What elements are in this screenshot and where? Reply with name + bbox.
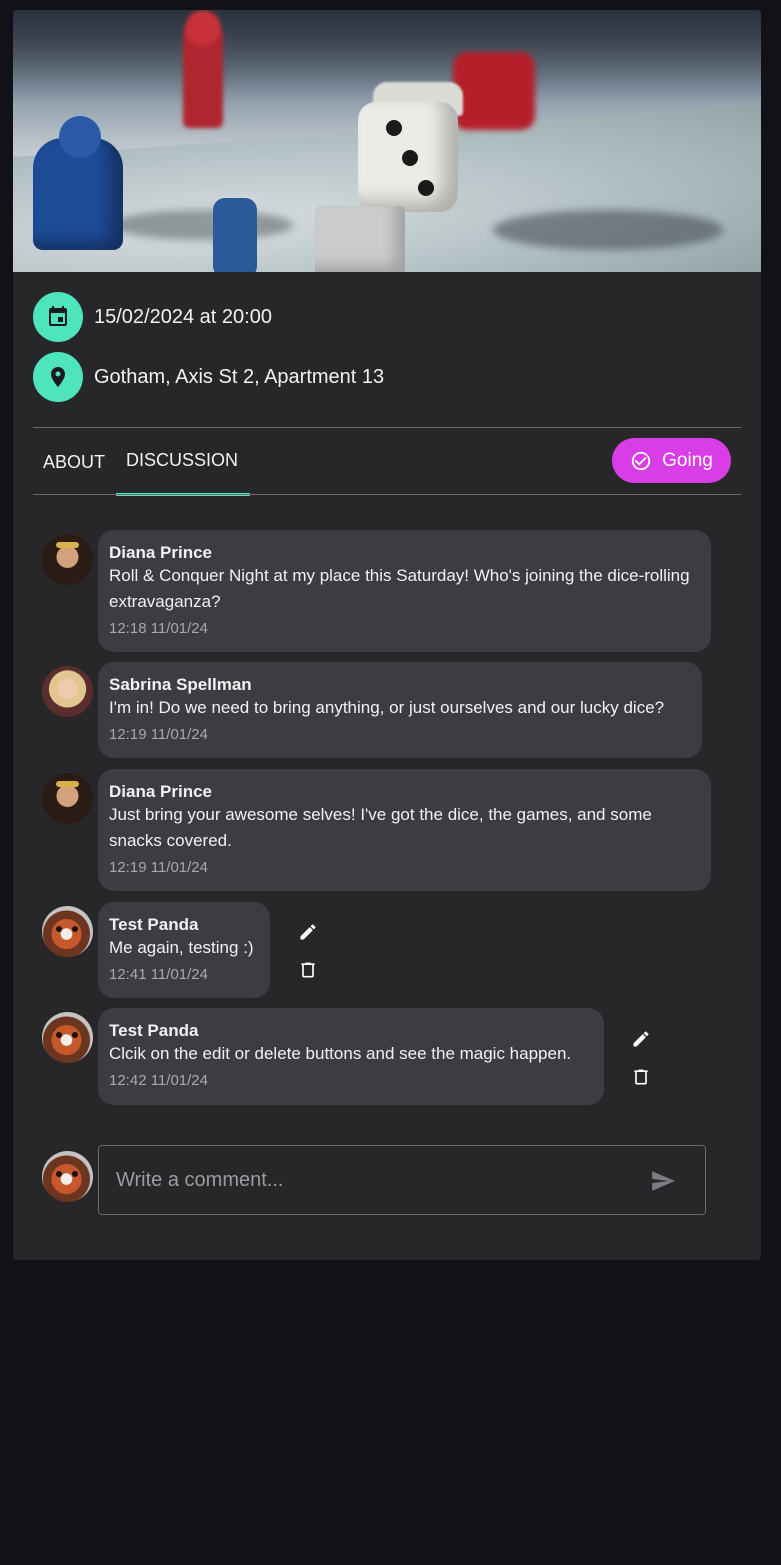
comment-author[interactable]: Test Panda bbox=[109, 915, 260, 935]
comment-actions bbox=[298, 922, 318, 985]
comment-item: Diana Prince Just bring your awesome sel… bbox=[42, 769, 711, 891]
tab-about[interactable]: ABOUT bbox=[43, 452, 105, 473]
check-circle-icon bbox=[631, 451, 651, 470]
current-user-avatar bbox=[42, 1151, 93, 1202]
send-icon[interactable] bbox=[649, 1168, 677, 1199]
edit-icon[interactable] bbox=[631, 1029, 651, 1054]
comment-text: Just bring your awesome selves! I've got… bbox=[109, 805, 652, 850]
comment-bubble: Test Panda Clcik on the edit or delete b… bbox=[98, 1008, 604, 1105]
divider bbox=[33, 427, 741, 428]
comment-time: 12:19 11/01/24 bbox=[109, 859, 208, 876]
event-date-row: 15/02/2024 at 20:00 bbox=[33, 292, 272, 342]
divider bbox=[33, 494, 741, 495]
map-pin-icon bbox=[33, 352, 83, 402]
avatar[interactable] bbox=[42, 534, 93, 585]
avatar[interactable] bbox=[42, 1012, 93, 1063]
comment-text: Me again, testing :) bbox=[109, 938, 254, 957]
edit-icon[interactable] bbox=[298, 922, 318, 947]
event-location-row: Gotham, Axis St 2, Apartment 13 bbox=[33, 352, 384, 402]
going-label: Going bbox=[662, 449, 713, 471]
calendar-icon bbox=[33, 292, 83, 342]
comment-author[interactable]: Sabrina Spellman bbox=[109, 675, 692, 695]
comment-time: 12:42 11/01/24 bbox=[109, 1072, 208, 1089]
delete-icon[interactable] bbox=[631, 1067, 651, 1092]
avatar[interactable] bbox=[42, 906, 93, 957]
comment-item: Test Panda Me again, testing :) 12:41 11… bbox=[42, 902, 270, 998]
comment-time: 12:19 11/01/24 bbox=[109, 726, 208, 743]
comment-time: 12:18 11/01/24 bbox=[109, 620, 208, 637]
comment-text: I'm in! Do we need to bring anything, or… bbox=[109, 698, 665, 717]
comment-text: Roll & Conquer Night at my place this Sa… bbox=[109, 566, 690, 611]
event-date: 15/02/2024 at 20:00 bbox=[94, 305, 272, 328]
comment-bubble: Test Panda Me again, testing :) 12:41 11… bbox=[98, 902, 270, 998]
event-cover-image bbox=[13, 10, 761, 272]
comment-author[interactable]: Diana Prince bbox=[109, 543, 701, 563]
comment-author[interactable]: Test Panda bbox=[109, 1021, 594, 1041]
event-location: Gotham, Axis St 2, Apartment 13 bbox=[94, 365, 385, 388]
comment-author[interactable]: Diana Prince bbox=[109, 782, 701, 802]
tab-discussion[interactable]: DISCUSSION bbox=[126, 450, 238, 471]
comment-item: Diana Prince Roll & Conquer Night at my … bbox=[42, 530, 711, 652]
comment-bubble: Diana Prince Roll & Conquer Night at my … bbox=[98, 530, 711, 652]
avatar[interactable] bbox=[42, 773, 93, 824]
comment-bubble: Sabrina Spellman I'm in! Do we need to b… bbox=[98, 662, 702, 758]
delete-icon[interactable] bbox=[298, 960, 318, 985]
avatar[interactable] bbox=[42, 666, 93, 717]
going-button[interactable]: Going bbox=[612, 438, 731, 483]
comment-time: 12:41 11/01/24 bbox=[109, 966, 208, 983]
event-card: 15/02/2024 at 20:00 Gotham, Axis St 2, A… bbox=[13, 10, 761, 1260]
comment-item: Sabrina Spellman I'm in! Do we need to b… bbox=[42, 662, 702, 758]
comment-input-box bbox=[98, 1145, 706, 1215]
comment-actions bbox=[631, 1029, 651, 1092]
comment-input[interactable] bbox=[99, 1168, 619, 1192]
comment-item: Test Panda Clcik on the edit or delete b… bbox=[42, 1008, 604, 1105]
comment-text: Clcik on the edit or delete buttons and … bbox=[109, 1044, 572, 1063]
comment-bubble: Diana Prince Just bring your awesome sel… bbox=[98, 769, 711, 891]
